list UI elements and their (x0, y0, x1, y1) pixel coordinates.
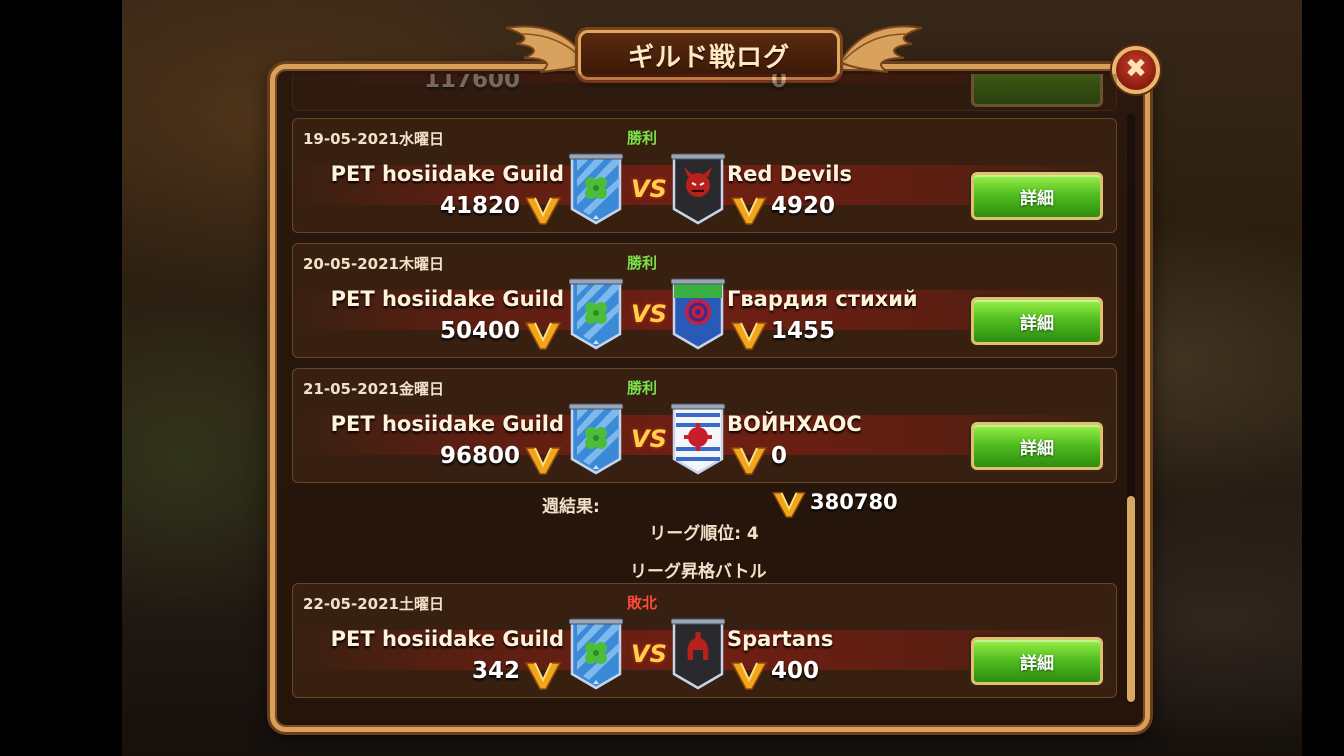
battle-card: 20-05-2021木曜日 勝利 PET hosiidake Guild 50400 V… (292, 243, 1117, 358)
cross-emblem-icon (671, 403, 725, 475)
detail-button[interactable]: 詳細 (971, 422, 1103, 470)
detail-button[interactable]: 詳細 (971, 172, 1103, 220)
battle-date: 20-05-2021木曜日 (303, 255, 444, 273)
own-guild-name: PET hosiidake Guild (330, 287, 564, 311)
enemy-guild-score: 4920 (771, 193, 836, 219)
vs-label: VS (631, 175, 667, 203)
own-guild-score: 96800 (439, 443, 520, 469)
detail-button[interactable]: 詳細 (971, 297, 1103, 345)
detail-button-label: 詳細 (1020, 438, 1054, 459)
victory-points-icon (525, 662, 561, 690)
title-plate: ギルド戦ログ (578, 30, 840, 80)
vs-label: VS (631, 300, 667, 328)
enemy-guild-name: Spartans (727, 627, 834, 651)
weekly-result-label: 週結果: (542, 497, 600, 517)
league-rank: リーグ順位: 4 (649, 524, 759, 544)
own-guild-score: 342 (471, 658, 520, 684)
enemy-guild-name: Гвардия стихий (727, 287, 918, 311)
battle-card-scrolled: 117600 0 (292, 74, 1117, 111)
detail-button-label: 詳細 (1020, 653, 1054, 674)
victory-points-icon (525, 197, 561, 225)
vs-label: VS (631, 425, 667, 453)
battle-card-promotion: 22-05-2021土曜日 敗北 PET hosiidake Guild 342 VS S… (292, 583, 1117, 698)
victory-points-icon (772, 492, 806, 518)
detail-button (971, 74, 1103, 107)
sun-emblem-icon (671, 278, 725, 350)
weekly-result-value: 380780 (810, 490, 898, 514)
victory-points-icon (731, 322, 767, 350)
battle-date: 19-05-2021水曜日 (303, 130, 444, 148)
league-rank-row: リーグ順位: 4 (286, 519, 1128, 544)
battle-result: 敗北 (627, 594, 658, 612)
clover-banner-icon (569, 403, 623, 475)
spartan-helmet-icon (671, 618, 725, 690)
victory-points-icon (731, 447, 767, 475)
own-guild-score: 41820 (439, 193, 520, 219)
clover-banner-icon (569, 153, 623, 225)
battle-date: 22-05-2021土曜日 (303, 595, 444, 613)
victory-points-icon (525, 447, 561, 475)
battle-result: 勝利 (627, 254, 658, 272)
detail-button-label: 詳細 (1020, 313, 1054, 334)
victory-points-icon (731, 662, 767, 690)
demon-mask-icon (671, 153, 725, 225)
own-guild-name: PET hosiidake Guild (330, 412, 564, 436)
scrollbar-thumb[interactable] (1127, 496, 1135, 702)
victory-points-icon (731, 197, 767, 225)
enemy-guild-score: 400 (771, 658, 820, 684)
detail-button-label: 詳細 (1020, 188, 1054, 209)
log-scroll-area[interactable]: 117600 0 19-05-2021水曜日 勝利 PET hosiidake Gu… (286, 74, 1128, 720)
enemy-guild-name: ВОЙНХАОС (727, 412, 862, 436)
clover-banner-icon (569, 278, 623, 350)
close-icon: ✖ (1125, 54, 1147, 84)
victory-points-icon (525, 322, 561, 350)
battle-date: 21-05-2021金曜日 (303, 380, 444, 398)
clover-banner-icon (569, 618, 623, 690)
left-score: 117600 (423, 74, 520, 93)
vs-label: VS (631, 640, 667, 668)
own-guild-name: PET hosiidake Guild (330, 627, 564, 651)
battle-result: 勝利 (627, 129, 658, 147)
own-guild-score: 50400 (439, 318, 520, 344)
detail-button[interactable]: 詳細 (971, 637, 1103, 685)
left-wing-ornament (505, 25, 590, 73)
battle-card: 21-05-2021金曜日 勝利 PET hosiidake Guild 96800 V… (292, 368, 1117, 483)
promotion-heading: リーグ昇格バトル (630, 562, 767, 582)
enemy-guild-score: 0 (771, 443, 788, 469)
battle-result: 勝利 (627, 379, 658, 397)
battle-card: 19-05-2021水曜日 勝利 PET hosiidake Guild 41820 V… (292, 118, 1117, 233)
own-guild-name: PET hosiidake Guild (330, 162, 564, 186)
right-wing-ornament (838, 25, 923, 73)
enemy-guild-name: Red Devils (727, 162, 853, 186)
page-title: ギルド戦ログ (627, 42, 790, 73)
enemy-guild-score: 1455 (771, 318, 836, 344)
right-score: 0 (771, 74, 788, 93)
